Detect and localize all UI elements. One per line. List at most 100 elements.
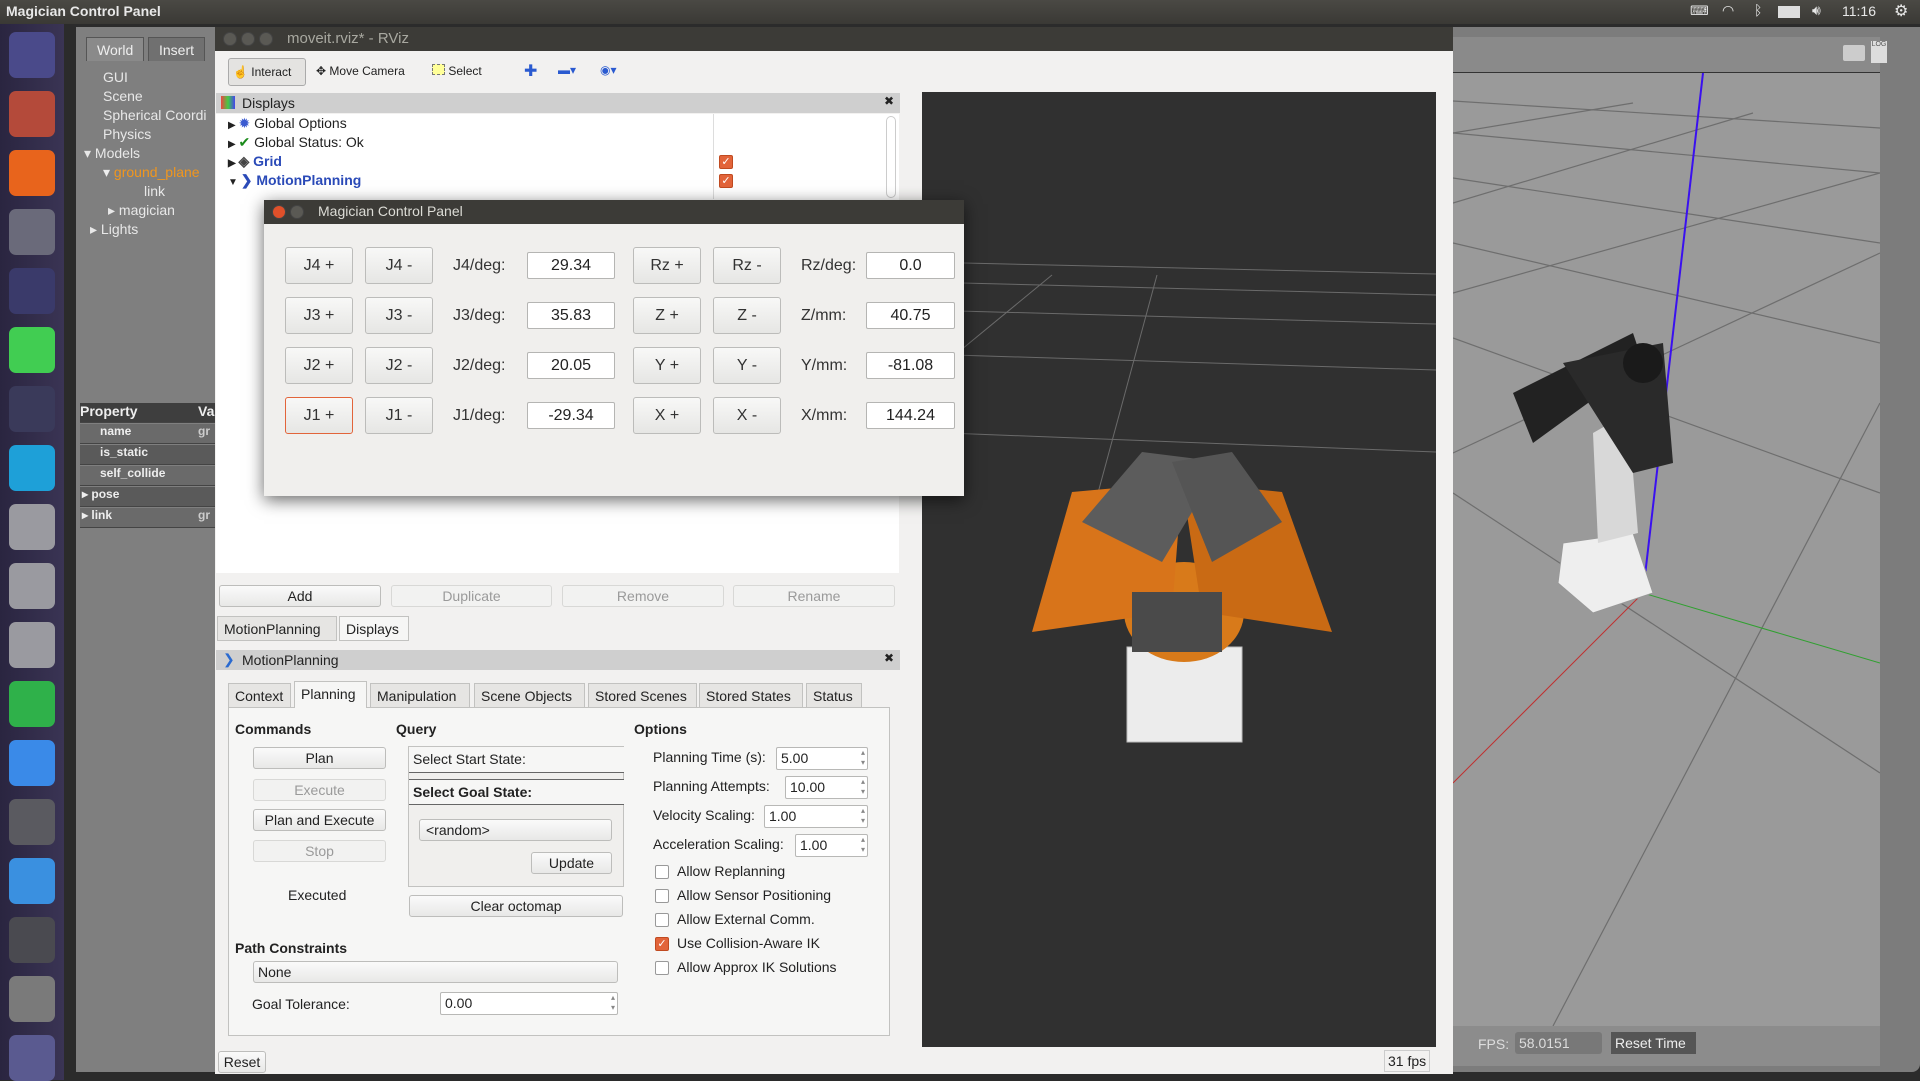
rviz-3d-view[interactable] bbox=[921, 92, 1437, 1047]
tree-item-ground-plane[interactable]: ▾ ground_plane bbox=[103, 164, 200, 181]
tree-item-gui[interactable]: GUI bbox=[103, 69, 128, 85]
velocity-scaling-spinbox[interactable]: 1.00 bbox=[764, 805, 868, 828]
property-row[interactable]: self_collide bbox=[80, 466, 216, 486]
expand-arrow-icon[interactable]: ▸ bbox=[82, 508, 91, 522]
eye-view-icon[interactable]: ◉▾ bbox=[596, 58, 621, 86]
tab-status[interactable]: Status bbox=[806, 683, 862, 708]
disk-drive-icon[interactable] bbox=[9, 504, 55, 550]
expand-arrow-icon[interactable]: ▸ bbox=[90, 221, 101, 237]
cartesian-value-field[interactable]: 40.75 bbox=[866, 302, 955, 329]
tab-displays[interactable]: Displays bbox=[339, 616, 409, 641]
joint-value-field[interactable]: -29.34 bbox=[527, 402, 615, 429]
cartesian-plus-button[interactable]: Rz + bbox=[633, 247, 701, 284]
wifi-icon[interactable]: ◠ bbox=[1722, 2, 1734, 19]
property-row[interactable]: ▸ pose bbox=[80, 487, 216, 507]
keyboard-icon[interactable]: ⌨ bbox=[1690, 3, 1709, 19]
expand-arrow-icon[interactable]: ▾ bbox=[103, 164, 114, 180]
tab-scene-objects[interactable]: Scene Objects bbox=[474, 683, 585, 708]
add-button[interactable]: Add bbox=[219, 585, 381, 607]
display-motionplanning[interactable]: ▼ ❯ MotionPlanning bbox=[228, 172, 361, 189]
planning-time-spinbox[interactable]: 5.00 bbox=[776, 747, 868, 770]
path-constraints-select[interactable]: None bbox=[253, 961, 618, 983]
checkbox-1[interactable] bbox=[655, 889, 669, 903]
expand-arrow-icon[interactable]: ▾ bbox=[84, 145, 95, 161]
move-camera-tool[interactable]: ✥ Move Camera bbox=[312, 58, 409, 86]
property-row[interactable]: ▸ link gr bbox=[80, 508, 216, 528]
firefox-icon[interactable] bbox=[9, 150, 55, 196]
expand-arrow-icon[interactable]: ▼ bbox=[228, 177, 241, 188]
joint-plus-button[interactable]: J1 + bbox=[285, 397, 353, 434]
property-row[interactable]: name gr bbox=[80, 424, 216, 444]
trash-icon[interactable] bbox=[9, 1035, 55, 1081]
volume-icon[interactable]: 🔊︎ bbox=[1812, 2, 1821, 19]
grid-enabled-checkbox[interactable]: ✓ bbox=[719, 155, 733, 169]
interact-tool[interactable]: ☝ Interact bbox=[228, 58, 306, 86]
gazebo-app-icon[interactable] bbox=[9, 445, 55, 491]
start-state-header[interactable]: Select Start State: bbox=[409, 747, 624, 773]
screenshot-camera-icon[interactable] bbox=[1843, 45, 1865, 61]
file-manager-icon[interactable] bbox=[9, 91, 55, 137]
help-icon[interactable] bbox=[9, 976, 55, 1022]
goal-state-select[interactable]: <random> bbox=[419, 819, 612, 841]
clock[interactable]: 11:16 bbox=[1842, 3, 1876, 19]
tab-context[interactable]: Context bbox=[228, 683, 291, 708]
cartesian-value-field[interactable]: -81.08 bbox=[866, 352, 955, 379]
battery-icon[interactable] bbox=[1778, 6, 1800, 18]
tab-planning[interactable]: Planning bbox=[294, 681, 367, 708]
disk-drive-icon[interactable] bbox=[9, 622, 55, 668]
checkbox-0[interactable] bbox=[655, 865, 669, 879]
expand-arrow-icon[interactable]: ▸ bbox=[82, 487, 91, 501]
cartesian-value-field[interactable]: 0.0 bbox=[866, 252, 955, 279]
tab-insert[interactable]: Insert bbox=[148, 37, 206, 61]
tree-item-spherical[interactable]: Spherical Coordi bbox=[103, 107, 207, 123]
clear-octomap-button[interactable]: Clear octomap bbox=[409, 895, 623, 917]
expand-arrow-icon[interactable]: ▶ bbox=[228, 139, 238, 150]
terminal-icon[interactable] bbox=[9, 917, 55, 963]
cartesian-minus-button[interactable]: Y - bbox=[713, 347, 781, 384]
joint-plus-button[interactable]: J3 + bbox=[285, 297, 353, 334]
execute-button[interactable]: Execute bbox=[253, 779, 386, 801]
minimize-icon[interactable] bbox=[290, 205, 304, 219]
tab-manipulation[interactable]: Manipulation bbox=[370, 683, 470, 708]
goal-tolerance-spinbox[interactable]: 0.00 bbox=[440, 992, 618, 1015]
telegram-icon[interactable] bbox=[9, 681, 55, 727]
plan-button[interactable]: Plan bbox=[253, 747, 386, 769]
display-grid[interactable]: ▶ ◈ Grid bbox=[228, 153, 282, 170]
gazebo-3d-view[interactable] bbox=[1452, 72, 1881, 1027]
tree-item-magician[interactable]: ▸ magician bbox=[108, 202, 175, 219]
checkbox-4[interactable] bbox=[655, 961, 669, 975]
cartesian-plus-button[interactable]: X + bbox=[633, 397, 701, 434]
joint-value-field[interactable]: 29.34 bbox=[527, 252, 615, 279]
rviz-app-icon[interactable] bbox=[9, 268, 55, 314]
tab-stored-scenes[interactable]: Stored Scenes bbox=[588, 683, 697, 708]
qt-creator-icon[interactable] bbox=[9, 327, 55, 373]
motionplanning-enabled-checkbox[interactable]: ✓ bbox=[719, 174, 733, 188]
settings-gear-icon[interactable]: ⚙ bbox=[1894, 1, 1908, 21]
tree-item-physics[interactable]: Physics bbox=[103, 126, 151, 142]
plan-and-execute-button[interactable]: Plan and Execute bbox=[253, 809, 386, 831]
ubuntu-dash-icon[interactable] bbox=[9, 32, 55, 78]
expand-arrow-icon[interactable]: ▶ bbox=[228, 158, 238, 169]
joint-plus-button[interactable]: J4 + bbox=[285, 247, 353, 284]
joint-minus-button[interactable]: J4 - bbox=[365, 247, 433, 284]
checkbox-3[interactable]: ✓ bbox=[655, 937, 669, 951]
goal-state-header[interactable]: Select Goal State: bbox=[409, 779, 624, 805]
close-panel-icon[interactable]: ✖ bbox=[884, 94, 894, 108]
system-settings-icon[interactable] bbox=[9, 209, 55, 255]
scrollbar[interactable] bbox=[886, 116, 896, 198]
remove-button[interactable]: Remove bbox=[562, 585, 724, 607]
stop-button[interactable]: Stop bbox=[253, 840, 386, 862]
close-icon[interactable] bbox=[223, 32, 237, 46]
expand-arrow-icon[interactable]: ▸ bbox=[108, 202, 119, 218]
reset-time-button[interactable]: Reset Time bbox=[1611, 1032, 1696, 1054]
add-tool-icon[interactable]: ✚ bbox=[520, 58, 541, 86]
checkbox-2[interactable] bbox=[655, 913, 669, 927]
reset-button[interactable]: Reset bbox=[218, 1051, 266, 1073]
gimp-icon[interactable] bbox=[9, 799, 55, 845]
maximize-icon[interactable] bbox=[259, 32, 273, 46]
tree-item-lights[interactable]: ▸ Lights bbox=[90, 221, 138, 238]
close-icon[interactable] bbox=[272, 205, 286, 219]
tree-item-models[interactable]: ▾ Models bbox=[84, 145, 140, 162]
joint-minus-button[interactable]: J3 - bbox=[365, 297, 433, 334]
duplicate-button[interactable]: Duplicate bbox=[391, 585, 552, 607]
